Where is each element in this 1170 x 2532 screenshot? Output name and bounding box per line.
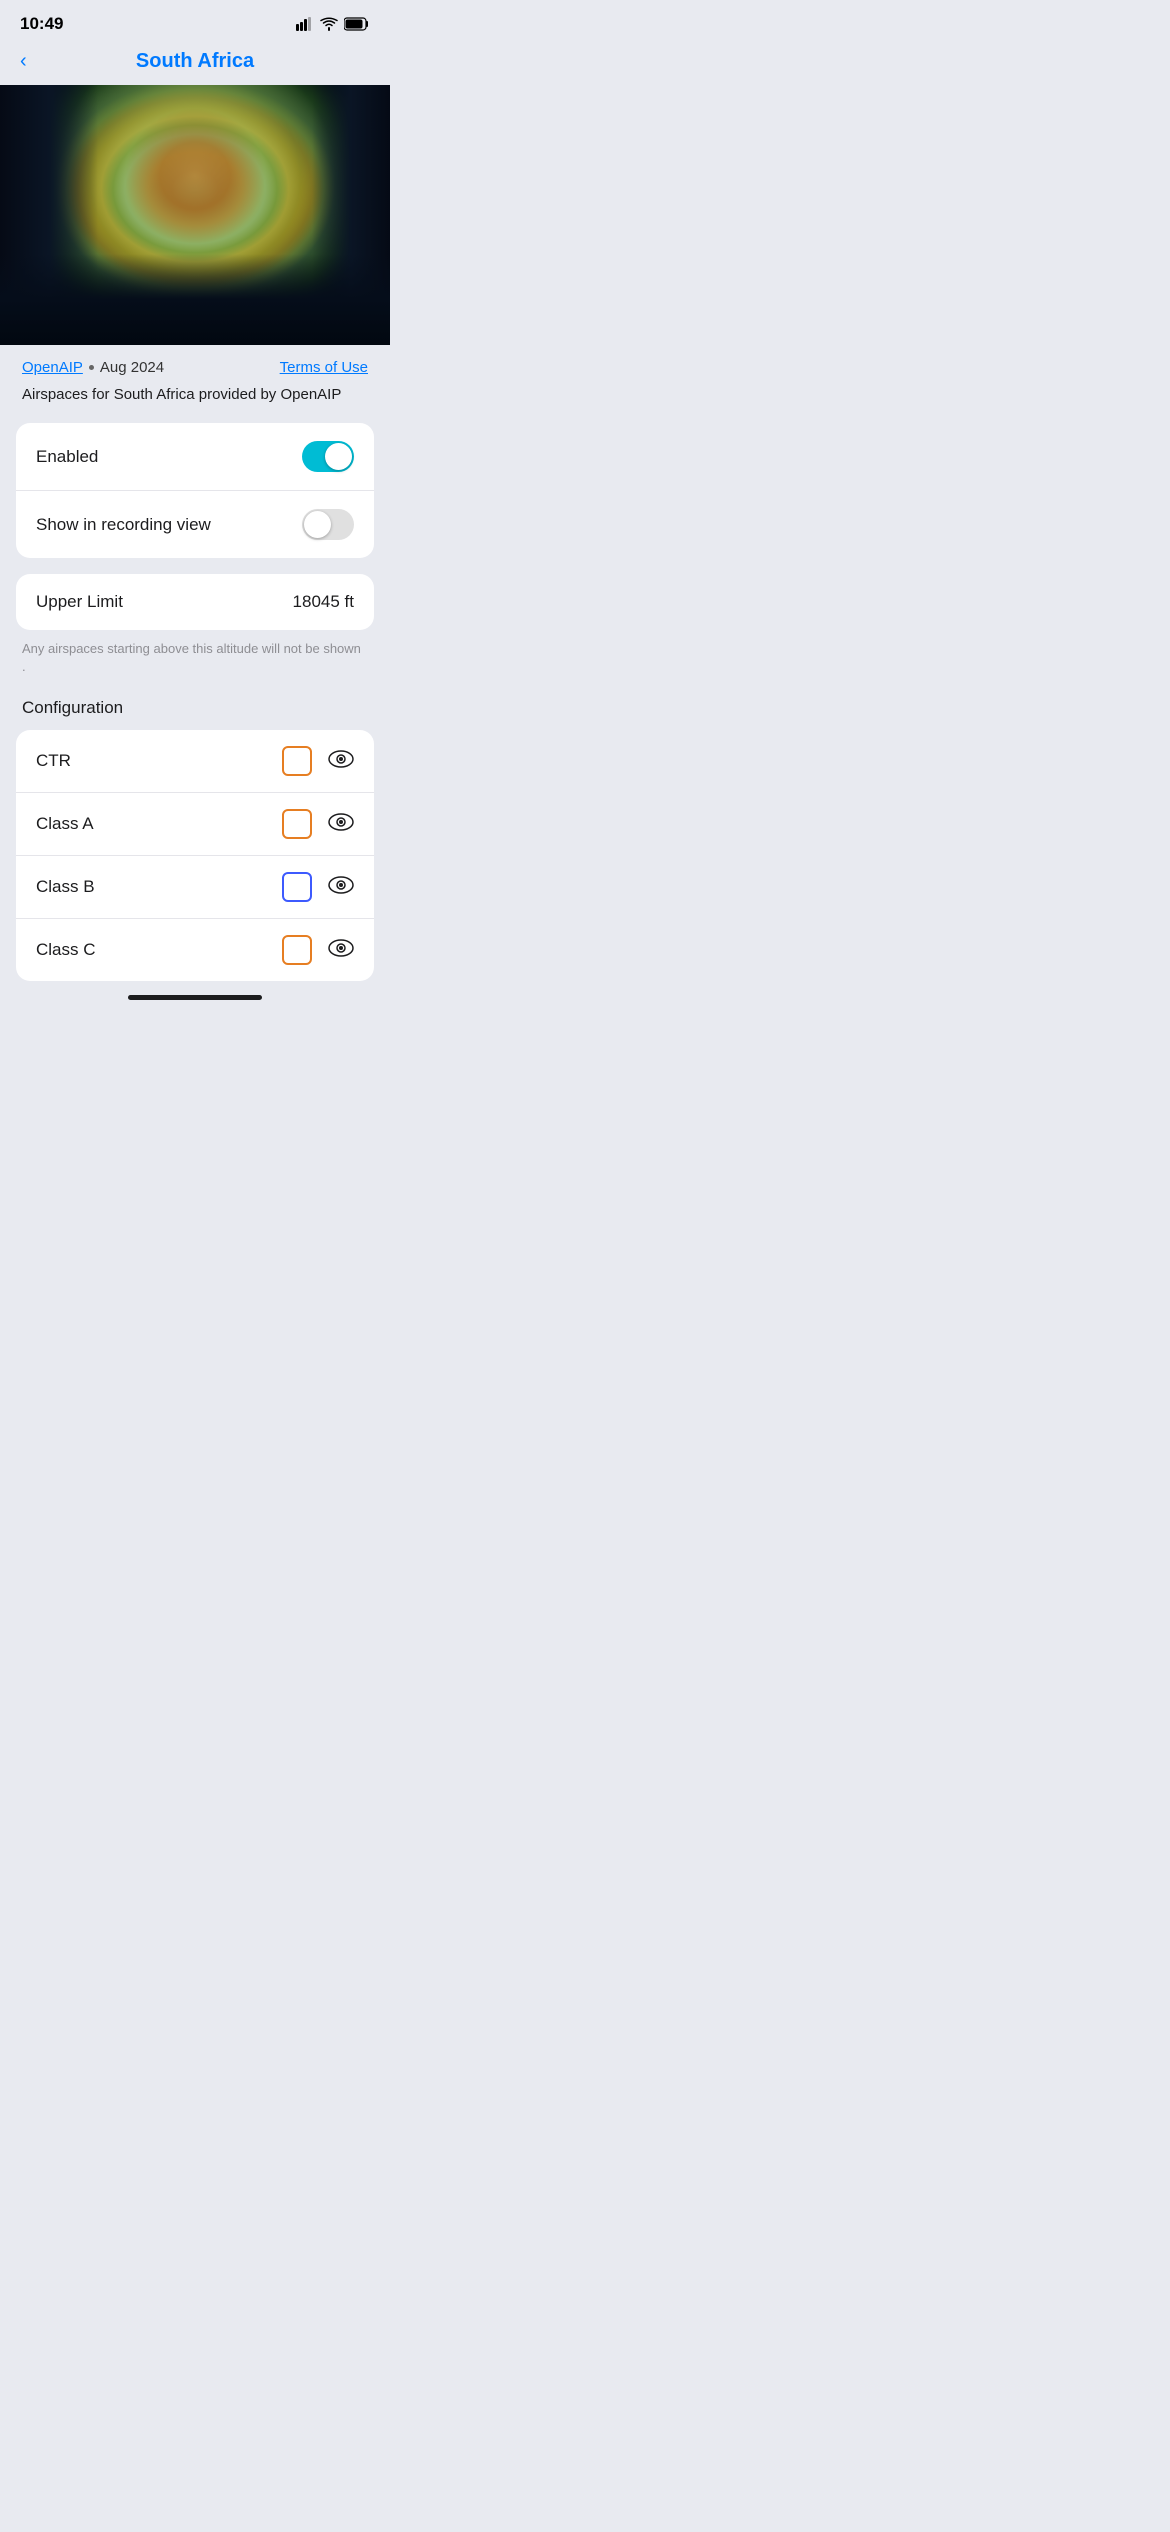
visibility-toggle-ctr[interactable]	[328, 750, 354, 773]
config-actions-class-b	[282, 872, 354, 902]
visibility-toggle-class-b[interactable]	[328, 876, 354, 899]
back-button[interactable]: ‹	[20, 50, 27, 73]
map-image	[0, 85, 390, 345]
altitude-label: Upper Limit	[36, 592, 123, 612]
color-picker-class-c[interactable]	[282, 935, 312, 965]
status-bar: 10:49	[0, 0, 390, 42]
color-picker-class-b[interactable]	[282, 872, 312, 902]
visibility-toggle-class-c[interactable]	[328, 939, 354, 962]
show-recording-toggle-thumb	[304, 511, 331, 538]
config-label-class-b: Class B	[36, 877, 95, 897]
show-recording-toggle[interactable]	[302, 509, 354, 540]
battery-icon	[344, 17, 370, 31]
info-description: Airspaces for South Africa provided by O…	[22, 384, 368, 405]
terms-of-use-link[interactable]: Terms of Use	[280, 359, 368, 376]
enabled-label: Enabled	[36, 447, 98, 467]
color-picker-class-a[interactable]	[282, 809, 312, 839]
config-actions-ctr	[282, 746, 354, 776]
config-label-ctr: CTR	[36, 751, 71, 771]
signal-icon	[296, 17, 314, 31]
dot-separator	[89, 365, 94, 370]
altitude-card: Upper Limit 18045 ft	[16, 574, 374, 630]
config-label-class-a: Class A	[36, 814, 94, 834]
source-date: Aug 2024	[100, 359, 164, 376]
visibility-toggle-class-a[interactable]	[328, 813, 354, 836]
altitude-note: Any airspaces starting above this altitu…	[0, 640, 390, 676]
config-row-class-b: Class B	[16, 855, 374, 918]
color-picker-ctr[interactable]	[282, 746, 312, 776]
source-left: OpenAIP Aug 2024	[22, 359, 164, 376]
show-recording-row: Show in recording view	[16, 490, 374, 558]
nav-title: South Africa	[136, 50, 254, 73]
openaip-link[interactable]: OpenAIP	[22, 359, 83, 376]
status-icons	[296, 17, 370, 31]
config-row-ctr: CTR	[16, 730, 374, 792]
altitude-value: 18045 ft	[293, 592, 354, 612]
source-row: OpenAIP Aug 2024 Terms of Use	[22, 359, 368, 376]
config-row-class-c: Class C	[16, 918, 374, 981]
enabled-toggle-thumb	[325, 443, 352, 470]
enabled-toggle[interactable]	[302, 441, 354, 472]
config-heading: Configuration	[0, 694, 390, 730]
home-indicator	[0, 981, 390, 1008]
wifi-icon	[320, 17, 338, 31]
config-actions-class-c	[282, 935, 354, 965]
info-section: OpenAIP Aug 2024 Terms of Use Airspaces …	[0, 345, 390, 423]
config-label-class-c: Class C	[36, 940, 96, 960]
config-row-class-a: Class A	[16, 792, 374, 855]
toggle-card: Enabled Show in recording view	[16, 423, 374, 558]
show-recording-label: Show in recording view	[36, 515, 211, 535]
enabled-row: Enabled	[16, 423, 374, 490]
config-actions-class-a	[282, 809, 354, 839]
home-bar	[128, 995, 262, 1000]
config-card: CTR Class A	[16, 730, 374, 981]
status-time: 10:49	[20, 14, 63, 34]
